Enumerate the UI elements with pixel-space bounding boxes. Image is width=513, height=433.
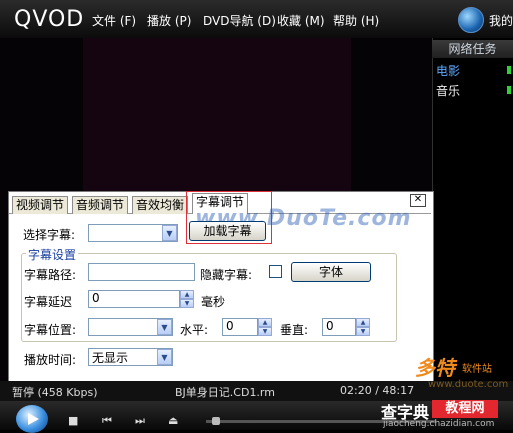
play-state: 暂停 (458 Kbps) bbox=[12, 386, 98, 399]
play-time-value: 无显示 bbox=[92, 351, 129, 365]
subtitle-path-input[interactable] bbox=[88, 263, 195, 281]
open-icon[interactable]: ⏏ bbox=[168, 414, 178, 427]
jiaocheng-badge: 教程网 bbox=[432, 400, 498, 418]
vertical-spinner[interactable]: ▲ ▼ bbox=[356, 318, 370, 336]
menu-dvd-nav[interactable]: DVD导航 (D) bbox=[203, 12, 276, 29]
font-button[interactable]: 字体 bbox=[291, 262, 371, 282]
hide-subtitle-label: 隐藏字幕: bbox=[200, 268, 253, 282]
file-name: BJ单身日记.CD1.rm bbox=[175, 386, 275, 399]
load-subtitle-button[interactable]: 加载字幕 bbox=[189, 221, 266, 241]
horizontal-spinner[interactable]: ▲ ▼ bbox=[258, 318, 272, 336]
delay-unit-label: 毫秒 bbox=[201, 295, 226, 309]
chazidian-url: jiaocheng.chazidian.com bbox=[383, 419, 495, 429]
spin-up-icon[interactable]: ▲ bbox=[356, 318, 370, 327]
play-time-label: 播放时间: bbox=[24, 353, 77, 367]
chevron-down-icon[interactable]: ▼ bbox=[162, 225, 177, 241]
net-item-music[interactable]: 音乐 bbox=[436, 82, 460, 99]
subtitle-settings-title: 字幕设置 bbox=[26, 246, 79, 263]
chevron-down-icon[interactable]: ▼ bbox=[157, 319, 172, 335]
subtitle-delay-label: 字幕延迟 bbox=[24, 295, 73, 309]
spin-up-icon[interactable]: ▲ bbox=[258, 318, 272, 327]
tab-audio-adjust[interactable]: 音频调节 bbox=[72, 196, 129, 214]
next-icon[interactable]: ⏭ bbox=[135, 414, 145, 428]
expand-marker-icon bbox=[507, 66, 511, 74]
video-frame bbox=[83, 38, 351, 194]
chevron-down-icon[interactable]: ▼ bbox=[157, 349, 172, 365]
delay-spinner[interactable]: ▲ ▼ bbox=[180, 290, 194, 308]
horizontal-input[interactable]: 0 bbox=[222, 318, 258, 336]
subtitle-position-label: 字幕位置: bbox=[24, 323, 77, 337]
expand-marker-icon bbox=[507, 86, 511, 94]
menu-favorites[interactable]: 收藏 (M) bbox=[277, 12, 325, 29]
menu-play[interactable]: 播放 (P) bbox=[147, 12, 191, 29]
duote-site-logo: 多特 bbox=[415, 356, 455, 380]
subtitle-delay-input[interactable]: 0 bbox=[88, 290, 180, 308]
net-item-movie[interactable]: 电影 bbox=[436, 62, 460, 79]
play-icon[interactable] bbox=[16, 405, 48, 433]
spin-down-icon[interactable]: ▼ bbox=[258, 327, 272, 336]
vertical-label: 垂直: bbox=[280, 323, 309, 337]
menu-help[interactable]: 帮助 (H) bbox=[333, 12, 379, 29]
previous-icon[interactable]: ⏮ bbox=[102, 414, 112, 428]
qvod-logo: QVOD bbox=[14, 7, 85, 32]
spin-up-icon[interactable]: ▲ bbox=[180, 290, 194, 299]
tab-video-adjust[interactable]: 视频调节 bbox=[12, 196, 69, 214]
tab-equalizer[interactable]: 音效均衡 bbox=[132, 196, 189, 214]
menu-file[interactable]: 文件 (F) bbox=[92, 12, 136, 29]
duote-site-url: www.duote.com bbox=[428, 379, 509, 390]
subtitle-path-label: 字幕路径: bbox=[24, 268, 77, 282]
time-display: 02:20 / 48:17 bbox=[340, 384, 415, 397]
hide-subtitle-checkbox[interactable] bbox=[269, 265, 282, 278]
network-task-title[interactable]: 网络任务 bbox=[432, 40, 513, 58]
duote-site-sub: 软件站 bbox=[462, 364, 492, 375]
close-icon[interactable]: ✕ bbox=[410, 194, 426, 207]
stop-icon[interactable]: ■ bbox=[68, 414, 78, 427]
my-account-label[interactable]: 我的 bbox=[489, 12, 513, 29]
spin-down-icon[interactable]: ▼ bbox=[180, 299, 194, 308]
select-subtitle-label: 选择字幕: bbox=[23, 228, 76, 242]
horizontal-label: 水平: bbox=[180, 323, 209, 337]
vertical-input[interactable]: 0 bbox=[322, 318, 356, 336]
seek-handle[interactable] bbox=[212, 417, 220, 425]
user-globe-icon[interactable] bbox=[458, 7, 484, 33]
spin-down-icon[interactable]: ▼ bbox=[356, 327, 370, 336]
